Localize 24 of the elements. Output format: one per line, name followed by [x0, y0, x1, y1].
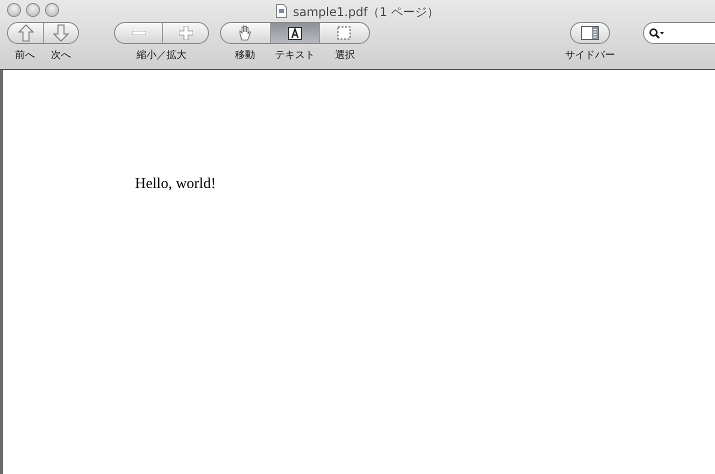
arrow-down-icon: [53, 24, 69, 42]
toolbar-label: 次へ: [50, 50, 72, 62]
minimize-button[interactable]: [26, 3, 40, 17]
toolbar-label: 選択: [334, 50, 356, 62]
text-tool-icon: [288, 26, 302, 40]
hand-icon: [238, 25, 252, 41]
toolbar-label: 前へ: [14, 50, 36, 62]
zoom-button[interactable]: [45, 3, 59, 17]
selection-icon: [337, 26, 351, 40]
document-icon: [276, 4, 287, 18]
toolbar-label: サイドバー: [564, 50, 616, 62]
text-tool-button[interactable]: [270, 23, 319, 43]
document-text: Hello, world!: [135, 176, 216, 192]
toolbar-label: 縮小／拡大: [136, 50, 188, 62]
minus-icon: [132, 31, 146, 35]
window-title: sample1.pdf（1 ページ）: [293, 5, 439, 19]
search-field[interactable]: [643, 22, 715, 44]
arrow-up-icon: [18, 24, 34, 42]
search-icon: [649, 28, 665, 38]
toolbar-label: 移動: [234, 50, 256, 62]
close-button[interactable]: [7, 3, 21, 17]
sidebar-icon: [581, 26, 599, 40]
plus-icon: [178, 26, 192, 40]
toolbar-label: テキスト: [274, 50, 316, 62]
